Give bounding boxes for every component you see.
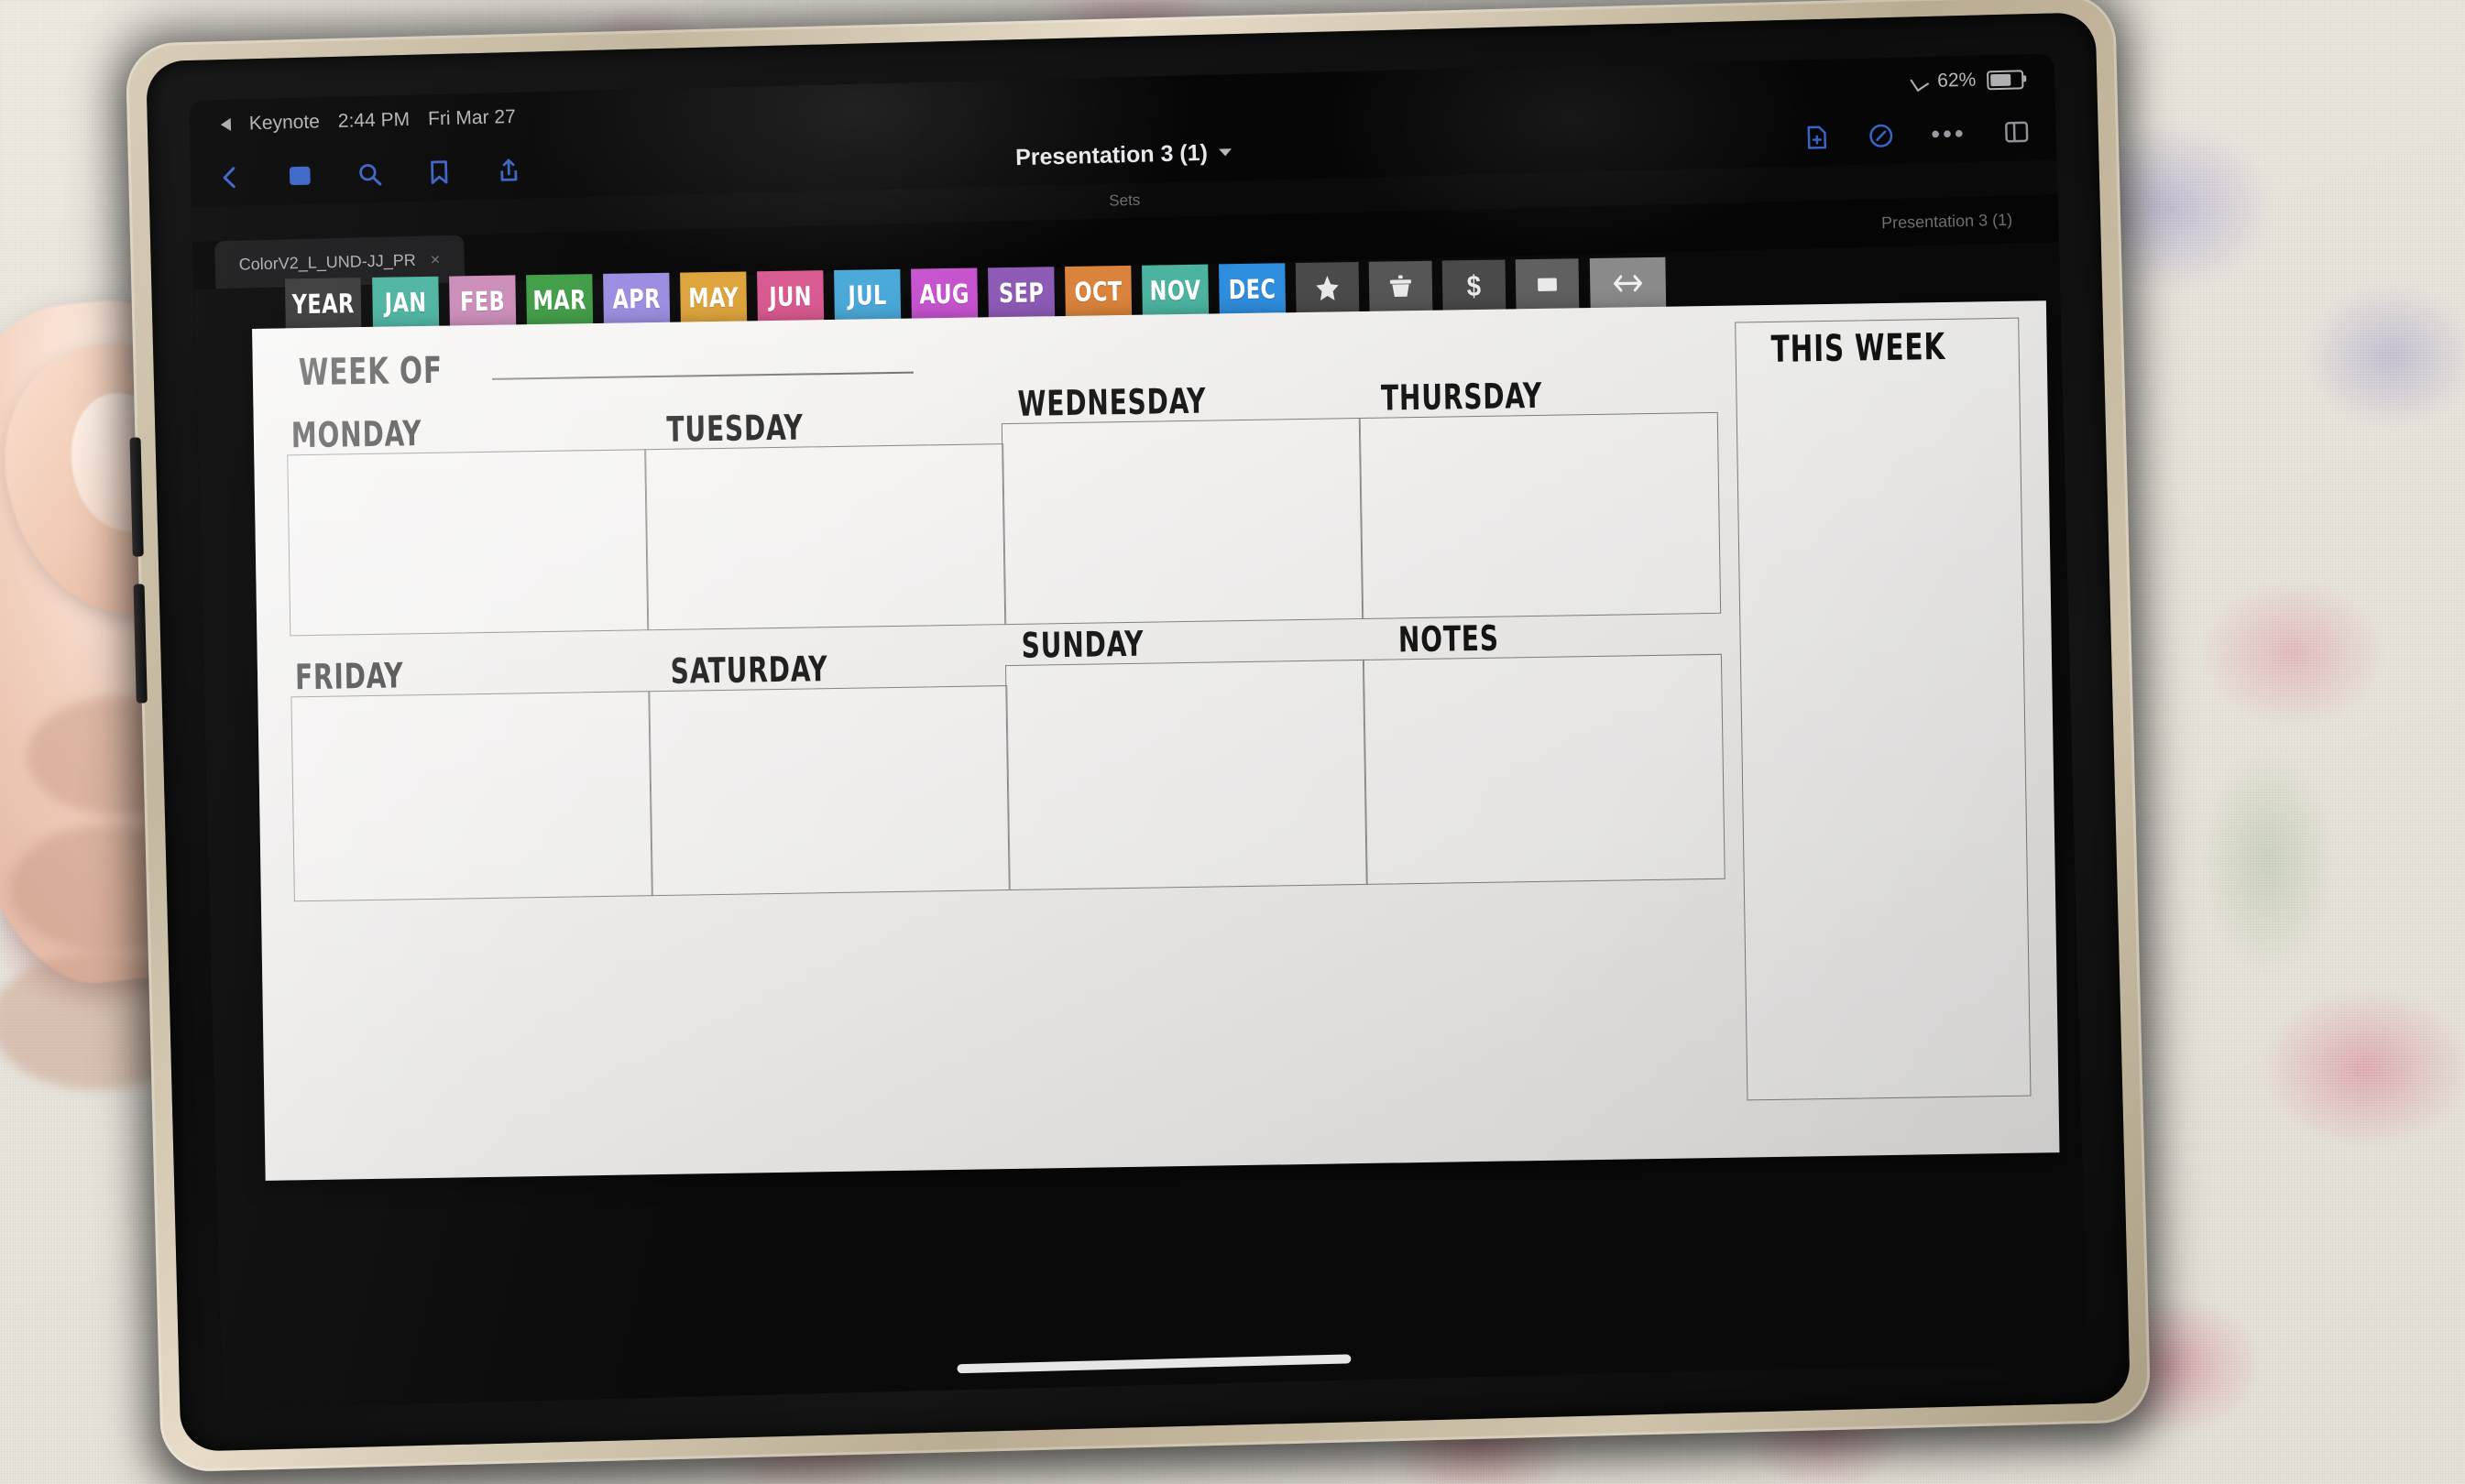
month-tab-label: JAN (384, 286, 427, 319)
day-column-saturday: SATURDAY (647, 625, 1011, 896)
note-icon[interactable] (1515, 258, 1580, 311)
month-tab-label: MAR (532, 284, 587, 317)
ipad-screen: Keynote 2:44 PM Fri Mar 27 62% Presentat… (189, 53, 2087, 1409)
this-week-box[interactable] (1735, 317, 2032, 1101)
star-icon[interactable] (1295, 261, 1360, 315)
this-week-panel: THIS WEEK (1735, 309, 2032, 1143)
day-box-sunday[interactable] (1004, 659, 1368, 890)
day-column-friday: FRIDAY (290, 630, 653, 902)
month-tab-jul[interactable]: JUL (834, 268, 902, 322)
document-tab-label: ColorV2_L_UND-JJ_PR (238, 250, 417, 274)
add-page-icon[interactable] (1802, 124, 1831, 152)
month-tab-mar[interactable]: MAR (526, 274, 594, 327)
day-label-thursday: THURSDAY (1380, 375, 1543, 419)
planner-sheet: WEEK OF MONDAY TUESDAY WEDNESDAY THURSDA… (252, 300, 2060, 1181)
ipad-device: Keynote 2:44 PM Fri Mar 27 62% Presentat… (112, 0, 2164, 1484)
status-back-app-label[interactable]: Keynote (249, 111, 321, 135)
day-column-wednesday: WEDNESDAY (1001, 377, 1364, 625)
month-tab-sep[interactable]: SEP (988, 267, 1056, 320)
month-tab-label: JUN (769, 280, 813, 313)
planner-page: YEAR JAN FEB MAR APR MAY JUN JUL AUG SEP… (193, 242, 2087, 1409)
planner-row-2: FRIDAY SATURDAY SUNDAY NOTES (290, 614, 1726, 902)
ipad-bezel: Keynote 2:44 PM Fri Mar 27 62% Presentat… (146, 12, 2131, 1452)
month-tab-label: APR (612, 282, 662, 315)
month-tab-label: AUG (919, 278, 970, 311)
day-box-thursday[interactable] (1358, 411, 1721, 619)
month-tab-aug[interactable]: AUG (911, 267, 979, 321)
month-tab-apr[interactable]: APR (603, 272, 671, 325)
day-label-monday: MONDAY (290, 413, 422, 456)
back-to-app-icon[interactable] (220, 117, 232, 132)
resize-arrows-icon[interactable] (1589, 256, 1667, 311)
markup-pencil-icon[interactable] (1867, 122, 1895, 150)
month-tab-dec[interactable]: DEC (1218, 263, 1287, 316)
back-chevron-icon[interactable] (216, 163, 245, 191)
month-tab-nov[interactable]: NOV (1142, 264, 1210, 317)
notes-label: NOTES (1397, 617, 1500, 660)
more-icon[interactable]: ••• (1931, 119, 1967, 148)
dollar-icon[interactable]: $ (1441, 259, 1506, 312)
day-column-notes: NOTES (1362, 614, 1726, 885)
day-label-saturday: SATURDAY (670, 649, 828, 692)
document-title: Presentation 3 (1) (1014, 139, 1209, 170)
battery-percent: 62% (1936, 69, 1977, 92)
month-tab-oct[interactable]: OCT (1065, 265, 1133, 319)
month-tab-may[interactable]: MAY (680, 271, 748, 324)
day-label-wednesday: WEDNESDAY (1017, 380, 1207, 424)
month-tab-label: MAY (687, 281, 740, 314)
sets-label: Sets (1109, 191, 1141, 210)
month-tab-label: FEB (459, 285, 506, 318)
planner-grid: WEEK OF MONDAY TUESDAY WEDNESDAY THURSDA… (285, 313, 1727, 1165)
day-label-tuesday: TUESDAY (666, 407, 805, 450)
day-box-friday[interactable] (290, 690, 653, 902)
close-icon[interactable]: × (430, 250, 440, 269)
day-column-tuesday: TUESDAY (643, 383, 1006, 631)
day-column-sunday: SUNDAY (1004, 619, 1368, 890)
month-tab-jun[interactable]: JUN (757, 270, 825, 323)
week-of-input[interactable] (492, 370, 915, 380)
day-label-sunday: SUNDAY (1021, 623, 1145, 666)
share-icon[interactable] (495, 157, 523, 185)
day-box-tuesday[interactable] (644, 442, 1006, 631)
recipe-pot-icon[interactable] (1368, 260, 1433, 313)
search-icon[interactable] (356, 160, 384, 189)
month-tab-label: SEP (998, 277, 1045, 310)
planner-row-1: MONDAY TUESDAY WEDNESDAY THURSDAY (286, 372, 1721, 637)
battery-icon (1986, 69, 2024, 90)
this-week-label: THIS WEEK (1770, 325, 1946, 371)
location-icon (1910, 71, 1930, 92)
document-tab[interactable]: Presentation 3 (1) (1857, 195, 2036, 247)
home-indicator[interactable] (957, 1354, 1352, 1374)
day-box-monday[interactable] (287, 449, 649, 637)
day-box-saturday[interactable] (648, 684, 1011, 896)
document-title-button[interactable]: Presentation 3 (1) (1015, 139, 1232, 171)
month-tab-label: YEAR (291, 288, 355, 321)
photo-scene:  Keynote 2:44 PM Fri Mar 27 (0, 0, 2465, 1484)
status-time: 2:44 PM (337, 108, 411, 132)
month-tab-label: DEC (1228, 273, 1276, 306)
month-tab-label: JUL (848, 279, 887, 311)
month-tab-label: OCT (1074, 276, 1123, 308)
split-view-icon[interactable] (2002, 120, 2031, 145)
month-tab-label: NOV (1149, 274, 1201, 307)
sidebar-icon[interactable] (286, 162, 314, 191)
notes-box[interactable] (1362, 653, 1726, 885)
month-tab-feb[interactable]: FEB (449, 275, 517, 328)
month-tab-jan[interactable]: JAN (372, 276, 440, 329)
day-label-friday: FRIDAY (294, 655, 404, 698)
day-column-monday: MONDAY (286, 388, 649, 637)
bookmark-icon[interactable] (425, 158, 454, 187)
day-column-thursday: THURSDAY (1358, 372, 1721, 619)
month-tab-year[interactable]: YEAR (284, 278, 362, 331)
this-week-title: THIS WEEK (1735, 325, 2020, 372)
week-of-label: WEEK OF (298, 349, 444, 395)
document-tab-label: Presentation 3 (1) (1880, 210, 2013, 232)
status-date: Fri Mar 27 (427, 105, 517, 130)
chevron-down-icon[interactable] (1218, 148, 1232, 157)
day-box-wednesday[interactable] (1001, 417, 1364, 625)
